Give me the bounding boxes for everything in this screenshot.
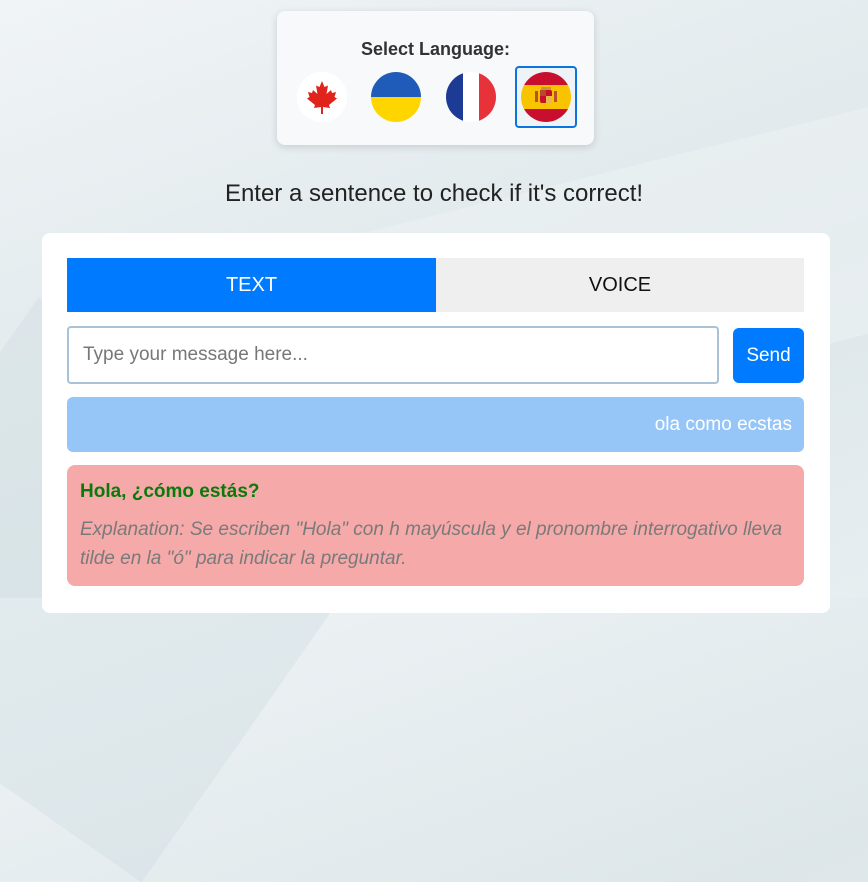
flag-button-france[interactable] (440, 66, 502, 128)
spain-flag-icon (521, 72, 571, 122)
chat-panel: TEXT VOICE Send ola como ecstas Hola, ¿c… (42, 233, 830, 613)
tab-text[interactable]: TEXT (67, 258, 436, 312)
send-button[interactable]: Send (733, 328, 804, 383)
correction-explanation: Explanation: Se escriben "Hola" con h ma… (80, 519, 783, 569)
user-message: ola como ecstas (67, 397, 804, 452)
language-selector: Select Language: (277, 11, 594, 145)
canada-flag-icon (297, 72, 347, 122)
user-message-text: ola como ecstas (654, 413, 792, 435)
language-selector-title: Select Language: (360, 39, 511, 59)
flag-button-ukraine[interactable] (365, 66, 427, 128)
tab-voice[interactable]: VOICE (436, 258, 804, 312)
flag-button-canada[interactable] (291, 66, 353, 128)
ukraine-flag-icon (371, 72, 421, 122)
message-input[interactable] (67, 326, 719, 384)
correction-message: Hola, ¿cómo estás? Explanation: Se escri… (67, 465, 804, 586)
france-flag-icon (446, 72, 496, 122)
corrected-sentence: Hola, ¿cómo estás? (80, 481, 260, 502)
flag-button-spain[interactable] (515, 66, 577, 128)
page-headline: Enter a sentence to check if it's correc… (224, 180, 644, 207)
